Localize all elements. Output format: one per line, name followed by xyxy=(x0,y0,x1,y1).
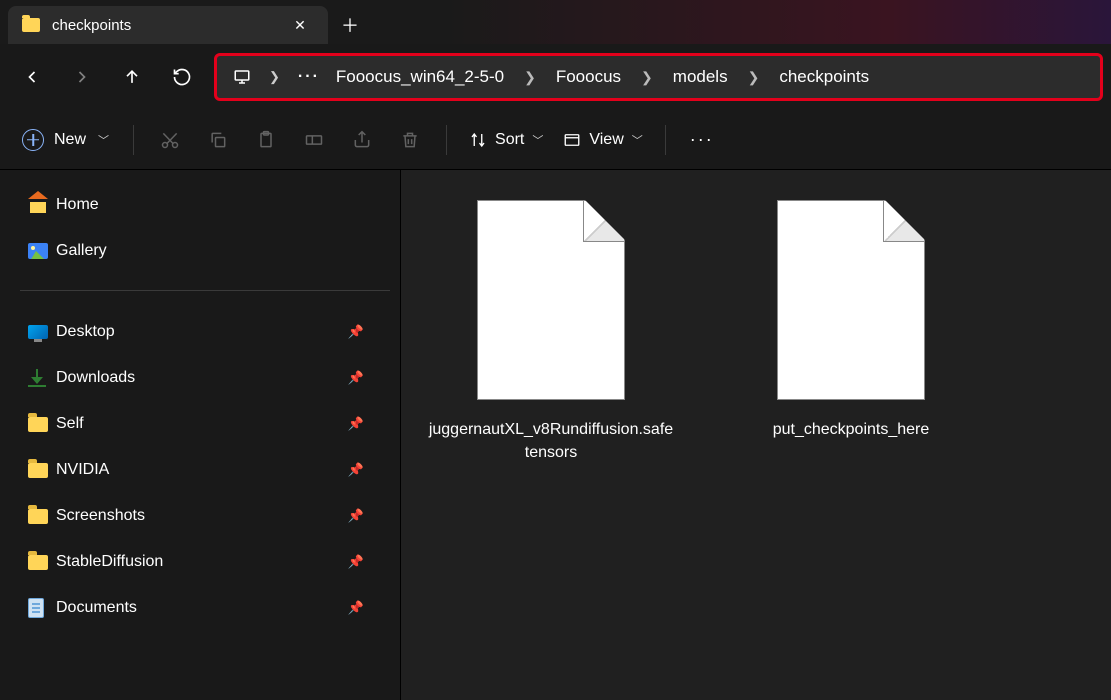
forward-button[interactable] xyxy=(58,53,106,101)
desktop-icon xyxy=(28,325,56,339)
folder-icon xyxy=(28,555,56,570)
new-button[interactable]: New ﹀ xyxy=(10,123,121,157)
delete-button[interactable] xyxy=(386,120,434,160)
tab-title: checkpoints xyxy=(52,17,286,34)
breadcrumb-segment[interactable]: checkpoints xyxy=(771,63,877,91)
gallery-icon xyxy=(28,243,56,259)
command-bar: New ﹀ Sort ﹀ View ﹀ ··· xyxy=(0,110,1111,170)
chevron-right-icon[interactable]: ❯ xyxy=(629,69,665,86)
monitor-icon xyxy=(225,68,259,86)
chevron-down-icon: ﹀ xyxy=(632,132,643,148)
tab-strip: checkpoints ✕ ＋ xyxy=(0,0,1111,44)
share-button[interactable] xyxy=(338,120,386,160)
sidebar-item-nvidia[interactable]: NVIDIA 📌 xyxy=(20,447,390,493)
navigation-pane[interactable]: Home Gallery Desktop 📌 Downloads 📌 Self … xyxy=(0,170,400,700)
back-button[interactable] xyxy=(8,53,56,101)
breadcrumb-segment[interactable]: Fooocus_win64_2-5-0 xyxy=(328,63,512,91)
view-icon xyxy=(563,131,581,149)
document-icon xyxy=(28,598,56,618)
more-options-button[interactable]: ··· xyxy=(678,129,726,150)
plus-circle-icon xyxy=(22,129,44,151)
sidebar-item-label: Home xyxy=(56,196,382,214)
folder-icon xyxy=(28,417,56,432)
sidebar-divider xyxy=(20,290,390,291)
sidebar-item-label: StableDiffusion xyxy=(56,553,348,571)
sidebar-item-label: Desktop xyxy=(56,323,348,341)
file-item[interactable]: put_checkpoints_here xyxy=(721,194,981,447)
file-item[interactable]: juggernautXL_v8Rundiffusion.safetensors xyxy=(421,194,681,470)
breadcrumb-segment[interactable]: Fooocus xyxy=(548,63,629,91)
chevron-right-icon[interactable]: ❯ xyxy=(259,69,290,85)
sidebar-item-home[interactable]: Home xyxy=(20,182,390,228)
close-tab-button[interactable]: ✕ xyxy=(286,17,314,34)
separator xyxy=(665,125,666,155)
pin-icon: 📌 xyxy=(348,600,364,616)
explorer-body: Home Gallery Desktop 📌 Downloads 📌 Self … xyxy=(0,170,1111,700)
separator xyxy=(133,125,134,155)
file-icon xyxy=(777,200,925,400)
pin-icon: 📌 xyxy=(348,370,364,386)
sort-label: Sort xyxy=(495,131,524,149)
address-overflow-button[interactable]: ··· xyxy=(290,68,328,86)
chevron-down-icon: ﹀ xyxy=(98,132,109,148)
sidebar-item-label: Downloads xyxy=(56,369,348,387)
download-icon xyxy=(28,369,56,387)
new-tab-button[interactable]: ＋ xyxy=(328,6,372,44)
chevron-right-icon[interactable]: ❯ xyxy=(512,69,548,86)
pin-icon: 📌 xyxy=(348,554,364,570)
breadcrumb-segment[interactable]: models xyxy=(665,63,736,91)
file-icon xyxy=(477,200,625,400)
folder-icon xyxy=(28,509,56,524)
copy-button[interactable] xyxy=(194,120,242,160)
refresh-button[interactable] xyxy=(158,53,206,101)
sidebar-item-label: NVIDIA xyxy=(56,461,348,479)
pin-icon: 📌 xyxy=(348,462,364,478)
home-icon xyxy=(28,197,56,213)
chevron-right-icon[interactable]: ❯ xyxy=(736,69,772,86)
chevron-down-icon: ﹀ xyxy=(532,132,543,148)
sidebar-item-gallery[interactable]: Gallery xyxy=(20,228,390,274)
address-bar[interactable]: ❯ ··· Fooocus_win64_2-5-0 ❯ Fooocus ❯ mo… xyxy=(214,53,1103,101)
file-name: juggernautXL_v8Rundiffusion.safetensors xyxy=(427,418,675,464)
navigation-bar: ❯ ··· Fooocus_win64_2-5-0 ❯ Fooocus ❯ mo… xyxy=(0,44,1111,110)
file-content-area[interactable]: juggernautXL_v8Rundiffusion.safetensors … xyxy=(400,170,1111,700)
sidebar-item-label: Documents xyxy=(56,599,348,617)
folder-icon xyxy=(22,18,40,32)
separator xyxy=(446,125,447,155)
sidebar-item-screenshots[interactable]: Screenshots 📌 xyxy=(20,493,390,539)
sidebar-item-stablediffusion[interactable]: StableDiffusion 📌 xyxy=(20,539,390,585)
folder-icon xyxy=(28,463,56,478)
cut-button[interactable] xyxy=(146,120,194,160)
pin-icon: 📌 xyxy=(348,508,364,524)
sidebar-item-label: Self xyxy=(56,415,348,433)
view-label: View xyxy=(589,131,623,149)
sidebar-item-label: Screenshots xyxy=(56,507,348,525)
tab-checkpoints[interactable]: checkpoints ✕ xyxy=(8,6,328,44)
up-button[interactable] xyxy=(108,53,156,101)
sidebar-item-documents[interactable]: Documents 📌 xyxy=(20,585,390,631)
new-button-label: New xyxy=(54,131,86,149)
paste-button[interactable] xyxy=(242,120,290,160)
file-name: put_checkpoints_here xyxy=(773,418,930,441)
sidebar-item-label: Gallery xyxy=(56,242,382,260)
sidebar-item-desktop[interactable]: Desktop 📌 xyxy=(20,309,390,355)
sort-button[interactable]: Sort ﹀ xyxy=(459,125,553,155)
view-button[interactable]: View ﹀ xyxy=(553,125,652,155)
rename-button[interactable] xyxy=(290,120,338,160)
sort-icon xyxy=(469,131,487,149)
sidebar-item-downloads[interactable]: Downloads 📌 xyxy=(20,355,390,401)
pin-icon: 📌 xyxy=(348,416,364,432)
sidebar-item-self[interactable]: Self 📌 xyxy=(20,401,390,447)
pin-icon: 📌 xyxy=(348,324,364,340)
